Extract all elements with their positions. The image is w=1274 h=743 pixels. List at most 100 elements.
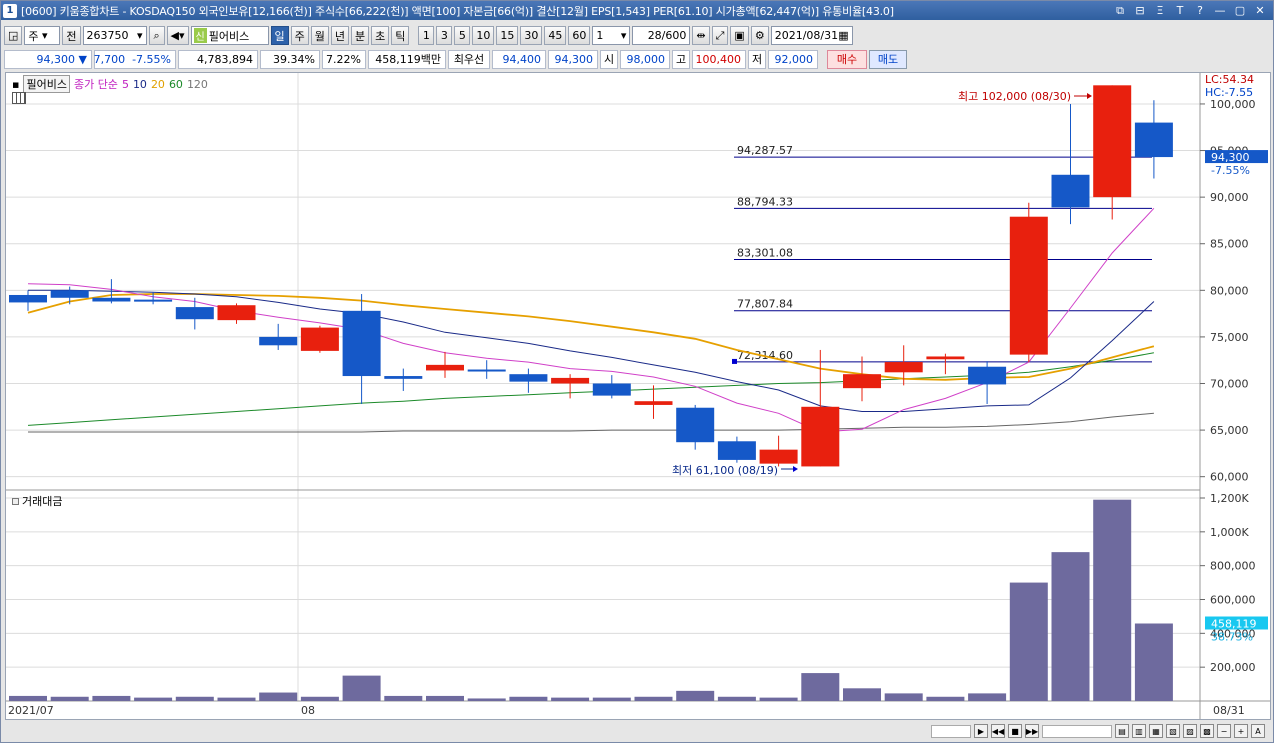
period-week[interactable]: 주 [290, 26, 309, 45]
stop-icon[interactable]: ■ [1008, 724, 1022, 738]
zoom-icon[interactable]: ⤢ [711, 26, 729, 45]
candle-body [384, 376, 423, 379]
interval-1[interactable]: 1 [418, 26, 435, 45]
interval-10[interactable]: 10 [472, 26, 495, 45]
interval-3[interactable]: 3 [436, 26, 453, 45]
amount-bar [300, 696, 339, 701]
current-amount-pct: 38.73% [1211, 631, 1253, 644]
chart-svg[interactable]: 94,287.5788,794.3383,301.0877,807.8472,3… [6, 73, 1270, 719]
period-minute[interactable]: 분 [351, 26, 370, 45]
amount-bar [384, 695, 423, 701]
layout-icon-6[interactable]: ▩ [1200, 724, 1214, 738]
help-icon[interactable]: ? [1193, 4, 1207, 18]
amount-bar [717, 696, 756, 701]
forward-icon[interactable]: ▶▶ [1025, 724, 1039, 738]
chart-type-icon[interactable]: ◲ [4, 26, 23, 45]
candle-body [1134, 122, 1173, 158]
amount-tick-label: 200,000 [1210, 661, 1256, 674]
amount-bar [134, 697, 173, 701]
minimize-icon[interactable]: — [1213, 4, 1227, 18]
market-select[interactable]: 주 ▾ [24, 26, 61, 45]
amount-legend-marker [12, 497, 19, 505]
chart-area[interactable]: 94,287.57 88,794.33 83,301.08 77,807.84 72,3… [5, 72, 1271, 720]
candle-body [1093, 85, 1132, 198]
speaker-icon[interactable]: ◀▾ [166, 26, 189, 45]
close-icon[interactable]: ✕ [1253, 4, 1267, 18]
layout-icon-3[interactable]: ▦ [1149, 724, 1163, 738]
amount-bar [1009, 582, 1048, 701]
interval-60[interactable]: 60 [568, 26, 591, 45]
x-label-august: 08 [301, 704, 315, 717]
legend-stock-name[interactable]: 필어비스 [23, 75, 70, 93]
ma60-line [27, 352, 1154, 426]
gear-icon[interactable]: ⚙ [750, 26, 769, 45]
period-day[interactable]: 일 [270, 26, 289, 45]
chart-window: 1 [0600] 키움종합차트 - KOSDAQ150 외국인보유[12,166… [0, 0, 1274, 743]
bottom-controls: ▶ ◀◀ ■ ▶▶ ▤ ▥ ▦ ▧ ▨ ▩ − + A [5, 721, 1271, 741]
interval-30[interactable]: 30 [520, 26, 543, 45]
candle-body [426, 364, 464, 371]
zoom-slider[interactable] [1042, 724, 1112, 738]
layout-icon-4[interactable]: ▧ [1166, 724, 1180, 738]
amount-bar [259, 692, 298, 701]
print-icon[interactable]: ⊟ [1133, 4, 1147, 18]
high-label: 고 [672, 49, 690, 69]
layout-icon-2[interactable]: ▥ [1132, 724, 1146, 738]
menu-icon[interactable]: Ξ [1153, 4, 1167, 18]
period-month[interactable]: 월 [310, 26, 329, 45]
all-button[interactable]: 전 [62, 26, 81, 45]
ratio2-field: 7.22% [322, 49, 366, 69]
save-icon[interactable]: ▣ [730, 26, 749, 45]
amount-bar [759, 697, 798, 701]
date-field[interactable]: 2021/08/31 ▦ [770, 26, 853, 45]
maximize-icon[interactable]: ▢ [1233, 4, 1247, 18]
amount-bar [968, 693, 1007, 701]
best-bid: 94,300 [548, 49, 598, 69]
candle-body [217, 305, 256, 321]
count-field[interactable]: 28/600 [632, 26, 691, 45]
amount-bar [92, 695, 131, 701]
amount-bar [843, 688, 881, 701]
price-tick-label: 75,000 [1210, 331, 1249, 344]
interval-15[interactable]: 15 [496, 26, 519, 45]
search-icon[interactable]: ⌕ [148, 26, 165, 45]
moving-averages [27, 207, 1155, 433]
link-window-icon[interactable]: ⧉ [1113, 4, 1127, 18]
interval-45[interactable]: 45 [544, 26, 567, 45]
volume-field: 4,783,894 [178, 49, 258, 69]
minus-icon[interactable]: − [1217, 724, 1231, 738]
period-tick[interactable]: 틱 [391, 26, 410, 45]
layout-icon-5[interactable]: ▨ [1183, 724, 1197, 738]
candle-body [551, 377, 590, 384]
sell-button[interactable]: 매도 [869, 49, 907, 69]
candle-body [926, 356, 965, 360]
amount-bar [175, 696, 214, 701]
interval-5[interactable]: 5 [454, 26, 471, 45]
interval-select[interactable]: 1 ▾ [592, 26, 631, 45]
font-size-icon[interactable]: A [1251, 724, 1265, 738]
code-input[interactable]: 263750 ▾ [82, 26, 147, 45]
candle-body [300, 327, 339, 351]
amount-bar [551, 697, 590, 701]
candle-body [342, 310, 381, 377]
candles [9, 85, 1173, 467]
font-icon[interactable]: T [1173, 4, 1187, 18]
current-price-label: 94,300 [1211, 151, 1250, 164]
quote-bar: 94,300 ▼ 7,700 -7.55% 4,783,894 39.34% 7… [1, 49, 1273, 69]
legend-ma5: 5 [121, 77, 129, 91]
stock-name-field[interactable]: 신 필어비스 [190, 26, 269, 45]
scroll-icon[interactable]: ⇹ [692, 26, 710, 45]
table-icon[interactable] [12, 92, 26, 104]
period-second[interactable]: 초 [371, 26, 390, 45]
amount-bar [676, 690, 715, 701]
candle-body [1051, 174, 1090, 208]
legend-label: 종가 단순 [73, 78, 118, 91]
plus-icon[interactable]: + [1234, 724, 1248, 738]
scrollbar-track[interactable] [931, 724, 971, 738]
play-icon[interactable]: ▶ [974, 724, 988, 738]
period-year[interactable]: 년 [330, 26, 350, 45]
buy-button[interactable]: 매수 [827, 49, 867, 69]
x-label-july: 2021/07 [8, 704, 54, 717]
rewind-icon[interactable]: ◀◀ [991, 724, 1005, 738]
layout-icon-1[interactable]: ▤ [1115, 724, 1129, 738]
